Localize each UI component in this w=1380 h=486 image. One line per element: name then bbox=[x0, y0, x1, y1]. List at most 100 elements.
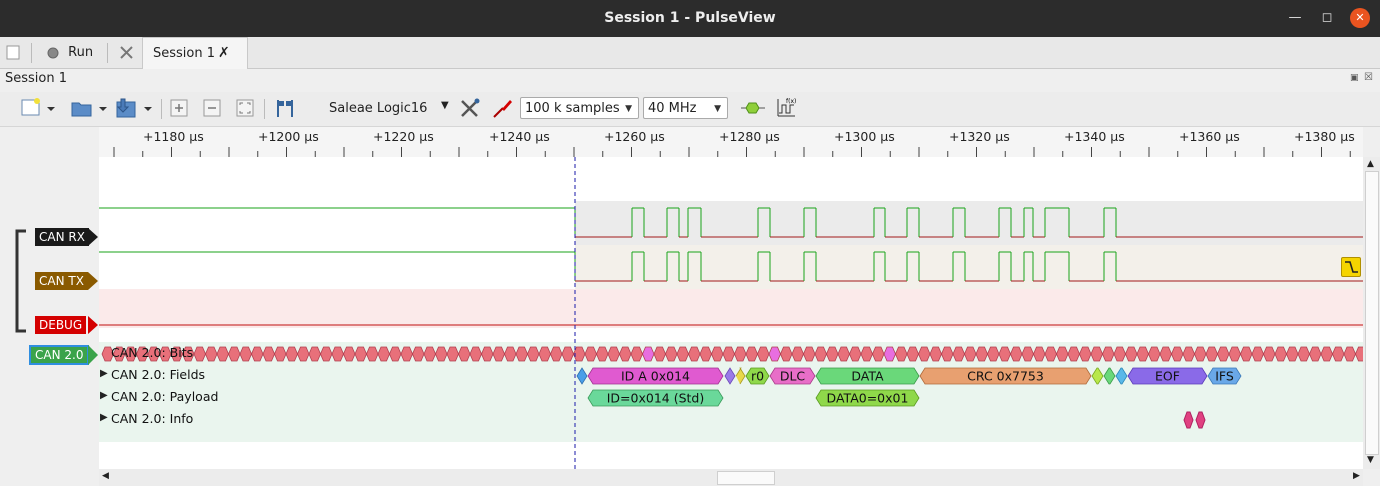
bit-annotation[interactable] bbox=[688, 346, 701, 362]
channel-label-can-tx[interactable]: CAN TX bbox=[35, 272, 88, 290]
bit-annotation[interactable] bbox=[1263, 346, 1276, 362]
bit-annotation[interactable] bbox=[722, 346, 735, 362]
bit-annotation[interactable] bbox=[1274, 346, 1287, 362]
bit-annotation[interactable] bbox=[297, 346, 310, 362]
run-button[interactable]: Run bbox=[46, 37, 93, 68]
bit-annotation[interactable] bbox=[481, 346, 494, 362]
bit-annotation[interactable] bbox=[193, 346, 206, 362]
bit-annotation[interactable] bbox=[550, 346, 563, 362]
bit-annotation[interactable] bbox=[745, 346, 758, 362]
bit-annotation[interactable] bbox=[883, 346, 896, 362]
device-selector[interactable]: Saleae Logic16 bbox=[329, 99, 427, 119]
bit-annotation[interactable] bbox=[423, 346, 436, 362]
scroll-right-icon[interactable]: ▶ bbox=[1353, 471, 1360, 481]
bit-annotation[interactable] bbox=[205, 346, 218, 362]
bit-annotation[interactable] bbox=[377, 346, 390, 362]
bit-annotation[interactable] bbox=[964, 346, 977, 362]
bit-annotation[interactable] bbox=[826, 346, 839, 362]
bit-annotation[interactable] bbox=[1297, 346, 1310, 362]
bit-annotation[interactable] bbox=[1033, 346, 1046, 362]
bit-annotation[interactable] bbox=[1171, 346, 1184, 362]
maximize-icon[interactable]: ◻ bbox=[1317, 8, 1337, 28]
bit-annotation[interactable] bbox=[1136, 346, 1149, 362]
bit-annotation[interactable] bbox=[504, 346, 517, 362]
bit-annotation[interactable] bbox=[1251, 346, 1264, 362]
bit-annotation[interactable] bbox=[262, 346, 275, 362]
probe-icon[interactable] bbox=[491, 97, 513, 123]
open-file-icon[interactable] bbox=[70, 97, 110, 123]
expand-payload-icon[interactable]: ▶ bbox=[100, 390, 108, 401]
bit-annotation[interactable] bbox=[906, 346, 919, 362]
bit-annotation[interactable] bbox=[941, 346, 954, 362]
bit-annotation[interactable] bbox=[975, 346, 988, 362]
bit-annotation[interactable] bbox=[492, 346, 505, 362]
time-ruler[interactable]: +1180 µs +1200 µs +1220 µs +1240 µs +126… bbox=[99, 127, 1363, 157]
zoom-out-icon[interactable] bbox=[203, 97, 221, 123]
vertical-scrollbar[interactable]: ▲ ▼ bbox=[1363, 157, 1380, 469]
sample-count-select[interactable]: 100 k samples ▼ bbox=[520, 97, 639, 119]
cursors-icon[interactable] bbox=[274, 97, 298, 123]
bit-annotation[interactable] bbox=[1021, 346, 1034, 362]
bit-annotation[interactable] bbox=[757, 346, 770, 362]
bit-annotation[interactable] bbox=[251, 346, 264, 362]
bit-annotation[interactable] bbox=[711, 346, 724, 362]
bit-annotation[interactable] bbox=[1090, 346, 1103, 362]
math-channel-icon[interactable]: f(x) bbox=[775, 97, 797, 123]
scrollbar-thumb[interactable] bbox=[717, 471, 775, 485]
bit-annotation[interactable] bbox=[918, 346, 931, 362]
minimize-icon[interactable]: — bbox=[1285, 8, 1305, 28]
bit-annotation[interactable] bbox=[515, 346, 528, 362]
chevron-down-icon[interactable]: ▼ bbox=[441, 100, 449, 111]
samplerate-select[interactable]: 40 MHz ▼ bbox=[643, 97, 728, 119]
settings-tools-icon[interactable] bbox=[118, 37, 136, 68]
bit-annotation[interactable] bbox=[354, 346, 367, 362]
decoder-label-can[interactable]: CAN 2.0 bbox=[29, 345, 90, 365]
bit-annotation[interactable] bbox=[285, 346, 298, 362]
close-window-icon[interactable]: ✕ bbox=[1350, 8, 1370, 28]
bit-annotation[interactable] bbox=[584, 346, 597, 362]
bit-annotation[interactable] bbox=[1010, 346, 1023, 362]
bit-annotation[interactable] bbox=[320, 346, 333, 362]
bit-annotation[interactable] bbox=[1343, 346, 1356, 362]
bit-annotation[interactable] bbox=[216, 346, 229, 362]
trigger-falling-edge-icon[interactable] bbox=[1341, 257, 1361, 277]
bit-annotation[interactable] bbox=[1044, 346, 1057, 362]
bit-annotation[interactable] bbox=[860, 346, 873, 362]
bit-annotation[interactable] bbox=[1148, 346, 1161, 362]
bit-annotation[interactable] bbox=[814, 346, 827, 362]
bit-annotation[interactable] bbox=[1159, 346, 1172, 362]
bit-annotation[interactable] bbox=[1182, 346, 1195, 362]
bit-annotation[interactable] bbox=[228, 346, 241, 362]
scroll-up-icon[interactable]: ▲ bbox=[1367, 159, 1374, 169]
bit-annotation[interactable] bbox=[458, 346, 471, 362]
bit-annotation[interactable] bbox=[768, 346, 781, 362]
bit-annotation[interactable] bbox=[469, 346, 482, 362]
bit-annotation[interactable] bbox=[607, 346, 620, 362]
bit-annotation[interactable] bbox=[837, 346, 850, 362]
bit-annotation[interactable] bbox=[1102, 346, 1115, 362]
new-session-icon[interactable] bbox=[20, 97, 56, 123]
bit-annotation[interactable] bbox=[1286, 346, 1299, 362]
bit-annotation[interactable] bbox=[412, 346, 425, 362]
bit-annotation[interactable] bbox=[619, 346, 632, 362]
scroll-left-icon[interactable]: ◀ bbox=[102, 471, 109, 481]
bit-annotation[interactable] bbox=[676, 346, 689, 362]
tab-session-1[interactable]: Session 1 ✗ bbox=[142, 37, 248, 69]
bit-annotation[interactable] bbox=[1217, 346, 1230, 362]
bit-annotation[interactable] bbox=[791, 346, 804, 362]
bit-annotation[interactable] bbox=[400, 346, 413, 362]
channel-label-debug[interactable]: DEBUG bbox=[35, 316, 87, 334]
expand-info-icon[interactable]: ▶ bbox=[100, 412, 108, 423]
bit-annotation[interactable] bbox=[1332, 346, 1345, 362]
bit-annotation[interactable] bbox=[665, 346, 678, 362]
bit-annotation[interactable] bbox=[699, 346, 712, 362]
save-file-icon[interactable] bbox=[114, 97, 156, 123]
add-decoder-icon[interactable] bbox=[740, 97, 766, 123]
zoom-fit-icon[interactable] bbox=[236, 97, 254, 123]
bit-annotation[interactable] bbox=[1079, 346, 1092, 362]
bit-annotation[interactable] bbox=[435, 346, 448, 362]
channel-label-can-rx[interactable]: CAN RX bbox=[35, 228, 89, 246]
bit-annotation[interactable] bbox=[780, 346, 793, 362]
trace-viewport[interactable]: ID A 0x014 r0 DLC DATA CRC 0x7753 EOF IFS ID=0… bbox=[99, 157, 1363, 469]
close-tab-icon[interactable]: ✗ bbox=[218, 38, 230, 69]
